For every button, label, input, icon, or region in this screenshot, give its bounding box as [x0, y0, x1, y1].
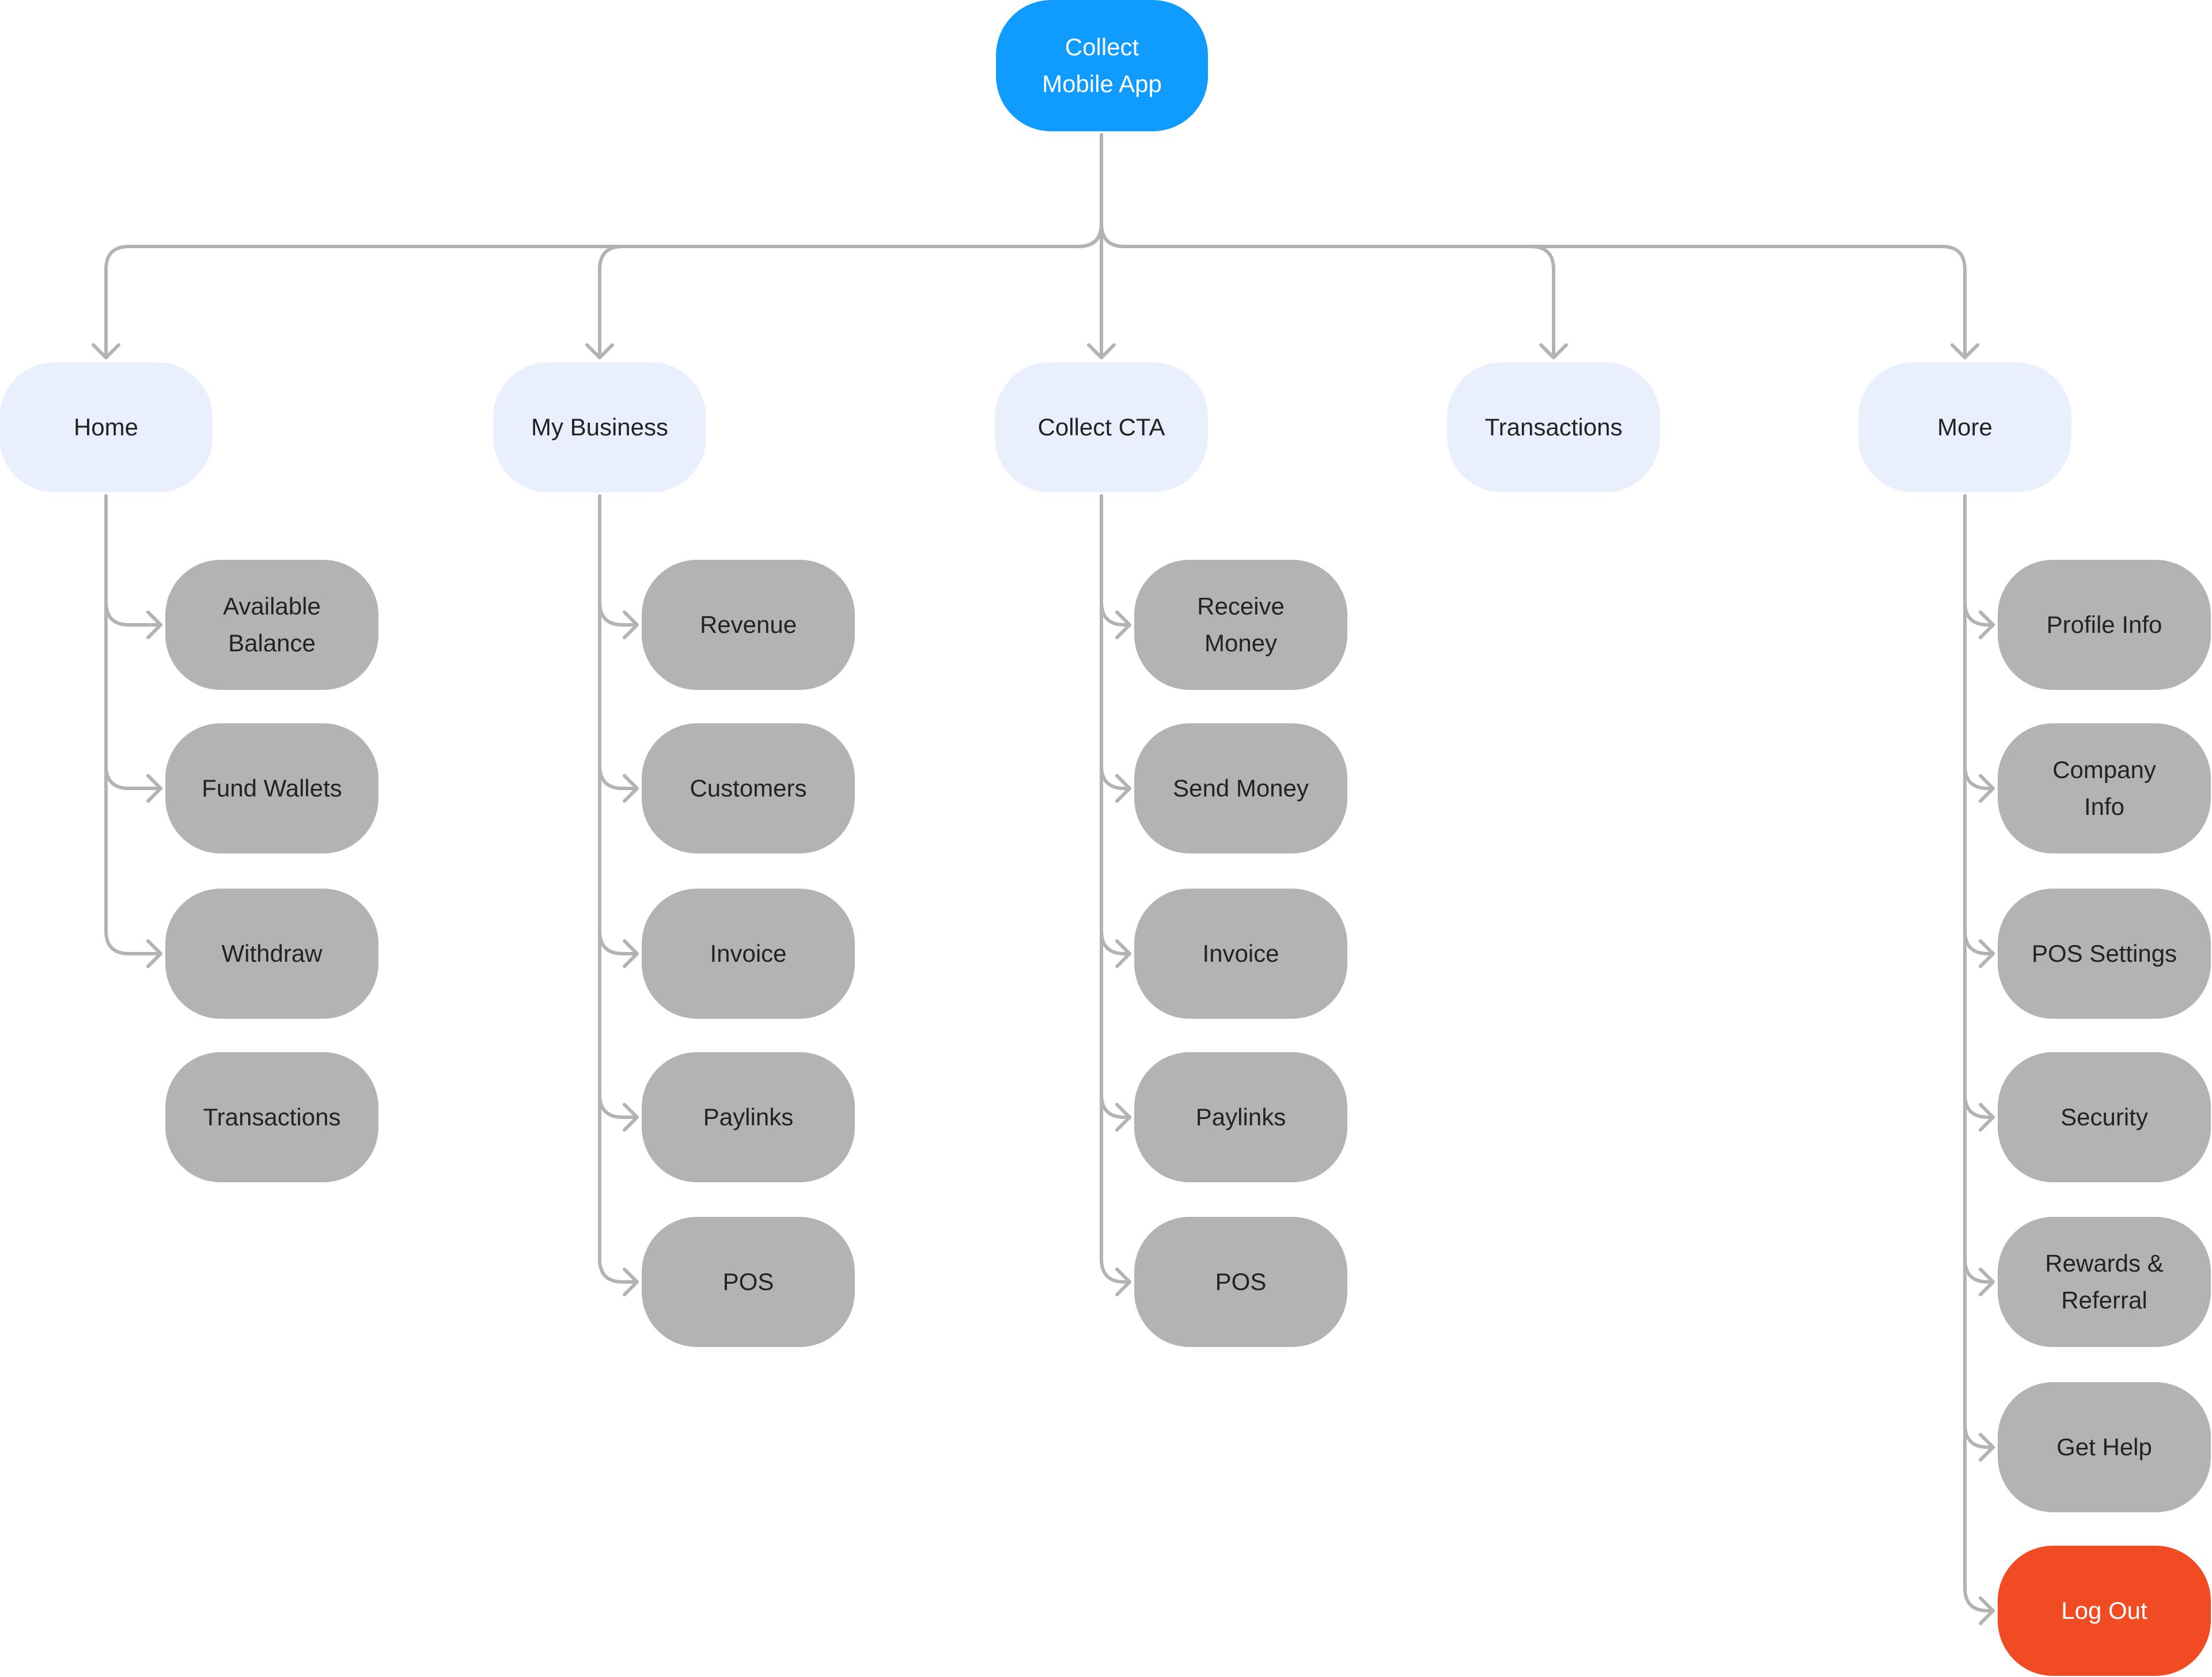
page-node[interactable]: Send Money — [1134, 723, 1347, 853]
page-node[interactable]: POS — [642, 1217, 855, 1347]
page-node[interactable]: Get Help — [1998, 1382, 2211, 1512]
section-node-home[interactable]: Home — [0, 362, 213, 492]
page-node[interactable]: Receive Money — [1134, 560, 1347, 690]
page-node[interactable]: Available Balance — [165, 560, 378, 690]
child-link-line — [104, 764, 162, 790]
page-node[interactable]: POS — [1134, 1217, 1347, 1347]
branch-line-my-business — [598, 222, 1103, 359]
page-node[interactable]: Customers — [642, 723, 855, 853]
page-node[interactable]: Transactions — [165, 1052, 378, 1182]
section-node-collect-cta[interactable]: Collect CTA — [995, 362, 1208, 492]
page-node[interactable]: Fund Wallets — [165, 723, 378, 853]
child-link-line — [104, 600, 162, 627]
page-node[interactable]: Invoice — [642, 889, 855, 1019]
page-node[interactable]: Company Info — [1998, 723, 2211, 853]
page-node[interactable]: Paylinks — [642, 1052, 855, 1182]
page-node[interactable]: Profile Info — [1998, 560, 2211, 690]
page-node[interactable]: Paylinks — [1134, 1052, 1347, 1182]
log-out-node[interactable]: Log Out — [1998, 1546, 2211, 1676]
branch-line-home — [104, 222, 1103, 359]
page-node[interactable]: Withdraw — [165, 889, 378, 1019]
section-node-more[interactable]: More — [1858, 362, 2071, 492]
branch-line-more — [1100, 222, 1967, 359]
section-node-transactions[interactable]: Transactions — [1447, 362, 1660, 492]
page-node[interactable]: Security — [1998, 1052, 2211, 1182]
page-node[interactable]: Revenue — [642, 560, 855, 690]
root-node[interactable]: Collect Mobile App — [996, 0, 1208, 131]
section-node-my-business[interactable]: My Business — [493, 362, 706, 492]
branch-line-transactions — [1100, 222, 1555, 359]
page-node[interactable]: POS Settings — [1998, 889, 2211, 1019]
child-link-line — [104, 929, 162, 955]
page-node[interactable]: Rewards & Referral — [1998, 1217, 2211, 1347]
page-node[interactable]: Invoice — [1134, 889, 1347, 1019]
